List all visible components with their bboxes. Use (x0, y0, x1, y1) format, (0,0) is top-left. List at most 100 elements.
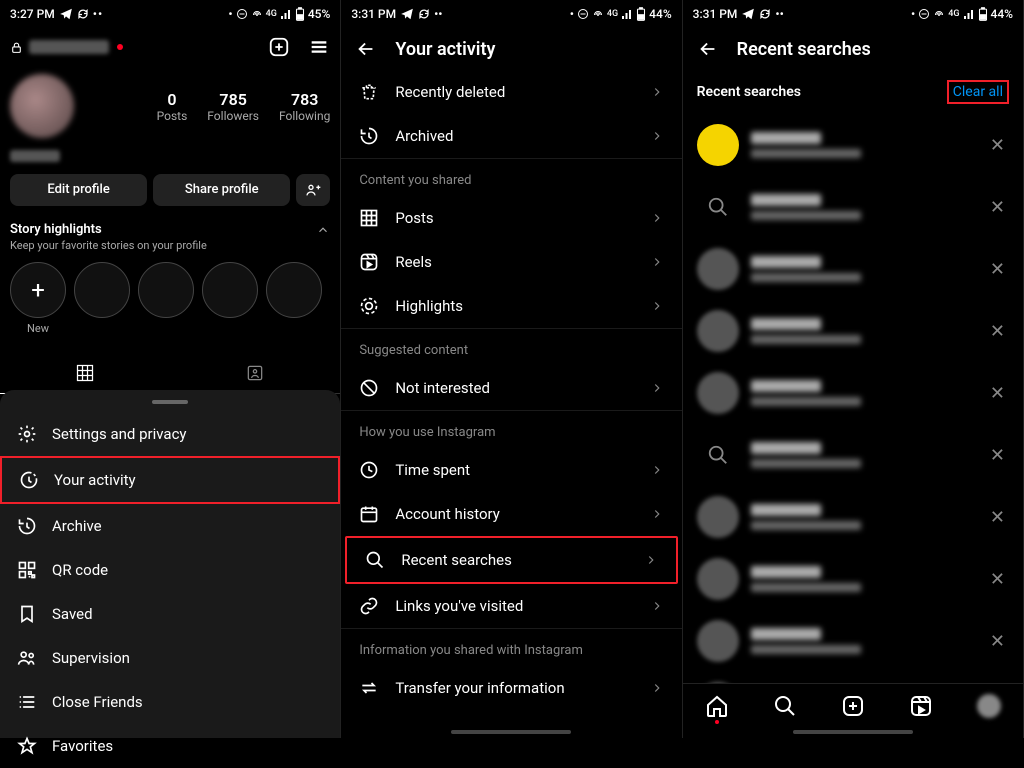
chevron-right-icon (650, 211, 664, 225)
search-result-item[interactable]: ✕ (683, 238, 1023, 300)
search-result-text (751, 628, 974, 654)
activity-item-not[interactable]: Not interested (341, 366, 681, 410)
sheet-item-qr[interactable]: QR code (0, 548, 340, 592)
remove-search-button[interactable]: ✕ (986, 503, 1009, 532)
story-placeholder (74, 262, 130, 318)
stat-posts[interactable]: 0 Posts (157, 90, 188, 123)
nav-profile-icon[interactable] (977, 694, 1001, 718)
sheet-item-label: Archive (52, 517, 102, 535)
activity-item-transfer[interactable]: Transfer your information (341, 666, 681, 710)
activity-icon (18, 470, 40, 490)
create-icon[interactable] (268, 36, 290, 58)
lock-icon (10, 41, 23, 54)
stat-followers[interactable]: 785 Followers (207, 90, 259, 123)
remove-search-button[interactable]: ✕ (986, 131, 1009, 160)
search-result-item[interactable]: ✕ (683, 548, 1023, 610)
sync-icon (418, 8, 430, 20)
tab-grid[interactable] (0, 353, 170, 394)
search-result-item[interactable]: ✕ (683, 362, 1023, 424)
activity-item-reels[interactable]: Reels (341, 240, 681, 284)
search-result-item[interactable]: ✕ (683, 610, 1023, 672)
network-label: 4G (948, 9, 959, 19)
chevron-up-icon[interactable] (316, 223, 330, 237)
sheet-item-supervision[interactable]: Supervision (0, 636, 340, 680)
story-highlights-title: Story highlights (10, 222, 102, 237)
clear-all-button[interactable]: Clear all (947, 80, 1009, 104)
activity-item-label: Account history (395, 505, 500, 523)
download-icon (359, 722, 379, 724)
activity-item-grid[interactable]: Posts (341, 196, 681, 240)
activity-item-trash[interactable]: Recently deleted (341, 70, 681, 114)
back-icon[interactable] (697, 38, 719, 60)
nav-create-icon[interactable] (841, 694, 865, 718)
searches-title: Recent searches (737, 39, 871, 60)
sheet-item-list[interactable]: Close Friends (0, 680, 340, 724)
chevron-right-icon (650, 85, 664, 99)
search-avatar (697, 310, 739, 352)
sheet-item-archive[interactable]: Archive (0, 504, 340, 548)
recent-searches-subtitle: Recent searches (697, 84, 801, 100)
signal-icon (621, 8, 633, 20)
share-profile-button[interactable]: Share profile (153, 174, 290, 206)
activity-item-download[interactable]: Download your information (341, 710, 681, 724)
edit-profile-button[interactable]: Edit profile (10, 174, 147, 206)
remove-search-button[interactable]: ✕ (986, 565, 1009, 594)
search-result-item[interactable]: ✕ (683, 300, 1023, 362)
search-result-item[interactable]: ✕ (683, 114, 1023, 176)
username[interactable] (29, 40, 109, 54)
section-label: How you use Instagram (341, 410, 681, 448)
section-label: Suggested content (341, 328, 681, 366)
search-result-item[interactable]: ✕ (683, 424, 1023, 486)
nav-search-icon[interactable] (773, 694, 797, 718)
activity-item-label: Recent searches (401, 551, 512, 569)
nav-reels-icon[interactable] (909, 694, 933, 718)
activity-item-calendar[interactable]: Account history (341, 492, 681, 536)
profile-avatar[interactable] (10, 74, 74, 138)
activity-item-archive[interactable]: Archived (341, 114, 681, 158)
nav-home-icon[interactable] (705, 694, 729, 718)
activity-item-clock[interactable]: Time spent (341, 448, 681, 492)
search-result-item[interactable]: ✕ (683, 672, 1023, 683)
activity-item-link[interactable]: Links you've visited (341, 584, 681, 628)
signal-icon (280, 8, 292, 20)
remove-search-button[interactable]: ✕ (986, 255, 1009, 284)
signal-icon (963, 8, 975, 20)
story-new-button[interactable]: + (10, 262, 66, 318)
back-icon[interactable] (355, 38, 377, 60)
activity-item-search[interactable]: Recent searches (347, 538, 675, 582)
screen-profile: 3:27 PM •• • 4G 45% (0, 0, 341, 738)
sheet-item-star[interactable]: Favorites (0, 724, 340, 768)
discover-people-button[interactable] (296, 174, 330, 206)
dot-icon: • (570, 7, 574, 21)
search-avatar (697, 496, 739, 538)
search-icon (697, 186, 739, 228)
search-result-item[interactable]: ✕ (683, 486, 1023, 548)
sheet-item-activity[interactable]: Your activity (0, 456, 340, 504)
search-avatar (697, 558, 739, 600)
activity-item-label: Posts (395, 209, 433, 227)
remove-search-button[interactable]: ✕ (986, 193, 1009, 222)
network-label: 4G (607, 9, 618, 19)
battery-icon (636, 7, 646, 21)
search-result-text (751, 318, 974, 344)
sheet-item-bookmark[interactable]: Saved (0, 592, 340, 636)
sheet-item-gear[interactable]: Settings and privacy (0, 412, 340, 456)
status-time: 3:31 PM (693, 7, 738, 21)
remove-search-button[interactable]: ✕ (986, 441, 1009, 470)
battery-pct: 45% (308, 7, 330, 21)
search-result-text (751, 566, 974, 592)
remove-search-button[interactable]: ✕ (986, 317, 1009, 346)
search-icon (697, 434, 739, 476)
stat-following[interactable]: 783 Following (279, 90, 330, 123)
screen-your-activity: 3:31 PM •• • 4G 44% Your activity Recent… (341, 0, 682, 738)
search-result-item[interactable]: ✕ (683, 176, 1023, 238)
sheet-handle-icon[interactable] (152, 400, 188, 404)
menu-icon[interactable] (308, 36, 330, 58)
battery-icon (295, 7, 305, 21)
highlight-icon (359, 296, 379, 316)
remove-search-button[interactable]: ✕ (986, 627, 1009, 656)
activity-item-highlight[interactable]: Highlights (341, 284, 681, 328)
sheet-item-label: Supervision (52, 649, 130, 667)
remove-search-button[interactable]: ✕ (986, 379, 1009, 408)
tab-tagged[interactable] (170, 353, 340, 394)
